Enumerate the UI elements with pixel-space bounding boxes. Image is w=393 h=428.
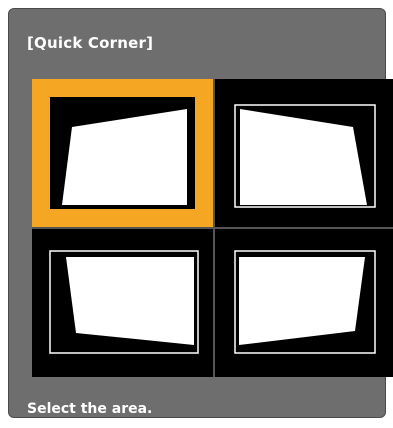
top-right-corner-icon: [234, 104, 376, 208]
bottom-right-corner-icon: [234, 250, 376, 354]
corner-option-top-right[interactable]: [215, 79, 393, 227]
corner-option-top-left[interactable]: [32, 79, 213, 227]
top-left-corner-icon: [50, 97, 195, 209]
quick-corner-dialog: [Quick Corner] Select the area.: [8, 8, 393, 418]
bottom-left-corner-icon: [49, 250, 199, 354]
grid-divider-horizontal: [32, 227, 393, 229]
corner-option-bottom-right[interactable]: [215, 229, 393, 377]
status-message: Select the area.: [27, 401, 153, 417]
dialog-title: [Quick Corner]: [27, 34, 154, 52]
corner-option-bottom-left[interactable]: [32, 229, 213, 377]
